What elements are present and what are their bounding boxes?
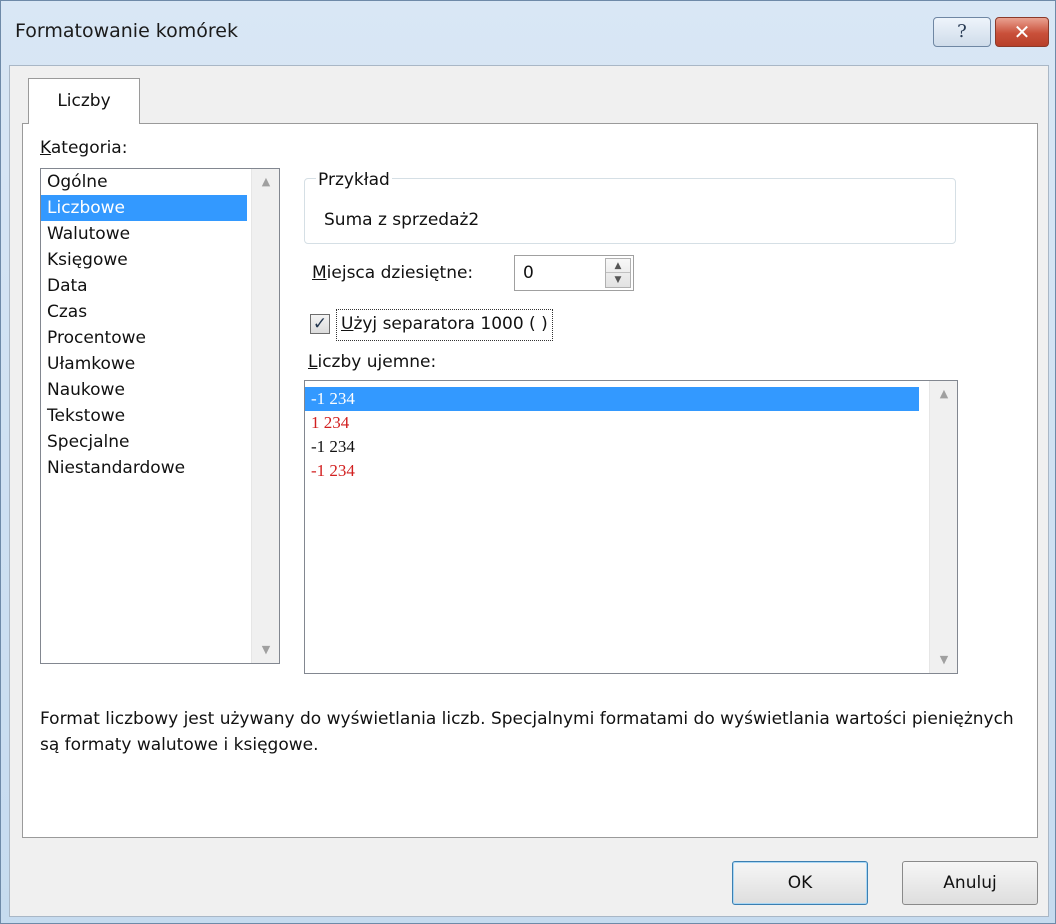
negative-scrollbar[interactable]: ▲ ▼ <box>929 381 957 673</box>
category-item[interactable]: Księgowe <box>41 247 247 273</box>
spin-up-icon[interactable]: ▲ <box>606 259 630 273</box>
dialog-body: Liczby Kategoria: Ogólne Liczbowe Walutowe… <box>9 65 1049 917</box>
negative-format-item[interactable]: -1 234 <box>305 435 919 459</box>
category-item[interactable]: Procentowe <box>41 325 247 351</box>
decimal-label-accel: M <box>312 263 327 283</box>
title-bar[interactable]: Formatowanie komórek ? ✕ <box>1 1 1056 65</box>
category-item[interactable]: Liczbowe <box>41 195 247 221</box>
decimal-places-value[interactable]: 0 <box>523 263 534 283</box>
sample-legend: Przykład <box>316 170 392 190</box>
category-item[interactable]: Ogólne <box>41 169 247 195</box>
format-cells-dialog: Formatowanie komórek ? ✕ Liczby Kategori… <box>0 0 1056 924</box>
sample-value: Suma z sprzedaż2 <box>324 210 480 230</box>
spin-down-icon[interactable]: ▼ <box>606 273 630 287</box>
negative-items: -1 234 1 234 -1 234 -1 234 <box>305 381 957 483</box>
decimal-label-text: iejsca dziesiętne: <box>326 263 474 283</box>
close-button[interactable]: ✕ <box>995 17 1049 47</box>
category-scrollbar[interactable]: ▲ ▼ <box>251 169 279 663</box>
scroll-down-icon[interactable]: ▼ <box>930 647 958 673</box>
category-item[interactable]: Niestandardowe <box>41 455 247 481</box>
category-label-text: ategoria: <box>50 138 128 158</box>
ok-button[interactable]: OK <box>732 861 868 905</box>
category-listbox[interactable]: Ogólne Liczbowe Walutowe Księgowe Data Czas Pr… <box>40 168 280 664</box>
category-item[interactable]: Specjalne <box>41 429 247 455</box>
separator-label-text: żyj separatora 1000 ( ) <box>353 314 548 334</box>
negative-format-item[interactable]: -1 234 <box>305 387 919 411</box>
category-label: Kategoria: <box>40 138 127 158</box>
scroll-down-icon[interactable]: ▼ <box>252 637 280 663</box>
category-items: Ogólne Liczbowe Walutowe Księgowe Data Czas Pr… <box>41 169 279 481</box>
separator-label-accel: U <box>341 314 354 334</box>
cancel-button[interactable]: Anuluj <box>902 861 1038 905</box>
dialog-title: Formatowanie komórek <box>15 20 238 42</box>
category-item[interactable]: Walutowe <box>41 221 247 247</box>
separator-checkbox[interactable]: ✓ <box>310 314 330 334</box>
negative-numbers-label: Liczby ujemne: <box>308 352 436 372</box>
decimal-places-stepper[interactable]: 0 ▲ ▼ <box>514 255 634 291</box>
scroll-up-icon[interactable]: ▲ <box>930 381 958 407</box>
negative-format-item[interactable]: 1 234 <box>305 411 919 435</box>
category-label-accel: K <box>40 138 51 158</box>
separator-label[interactable]: Użyj separatora 1000 ( ) <box>336 309 553 341</box>
scroll-up-icon[interactable]: ▲ <box>252 169 280 195</box>
decimal-places-label: Miejsca dziesiętne: <box>312 263 473 283</box>
category-item[interactable]: Data <box>41 273 247 299</box>
negative-label-text: iczby ujemne: <box>317 352 437 372</box>
category-item[interactable]: Naukowe <box>41 377 247 403</box>
negative-numbers-listbox[interactable]: -1 234 1 234 -1 234 -1 234 ▲ ▼ <box>304 380 958 674</box>
format-description: Format liczbowy jest używany do wyświetl… <box>40 709 1014 755</box>
category-item[interactable]: Czas <box>41 299 247 325</box>
spin-buttons: ▲ ▼ <box>605 258 631 288</box>
tab-numbers[interactable]: Liczby <box>28 78 140 124</box>
category-item[interactable]: Ułamkowe <box>41 351 247 377</box>
negative-format-item[interactable]: -1 234 <box>305 459 919 483</box>
help-button[interactable]: ? <box>933 17 991 47</box>
category-item[interactable]: Tekstowe <box>41 403 247 429</box>
